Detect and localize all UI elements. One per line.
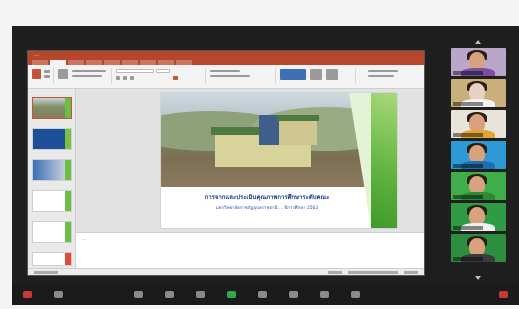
participant-tile[interactable] xyxy=(451,79,506,107)
slide-counter xyxy=(34,271,58,274)
copy-icon[interactable] xyxy=(44,75,50,78)
notes-placeholder: … xyxy=(82,236,86,241)
bold-icon[interactable] xyxy=(116,76,120,80)
font-color-icon[interactable] xyxy=(173,76,178,80)
ribbon-toolbar xyxy=(28,65,424,89)
reactions-icon[interactable] xyxy=(289,290,298,298)
minimize-icon[interactable] xyxy=(394,51,404,59)
slide-thumbnail-5[interactable] xyxy=(32,221,72,243)
cut-icon[interactable] xyxy=(44,70,50,73)
participant-name xyxy=(453,226,483,230)
window-titlebar: … xyxy=(28,51,424,59)
font-size-select[interactable] xyxy=(156,69,170,73)
quick-styles-icon[interactable] xyxy=(326,69,338,80)
participant-name xyxy=(453,71,483,75)
slide-thumbnail-accent xyxy=(65,129,71,149)
participant-tile[interactable] xyxy=(451,234,506,262)
participants-icon[interactable] xyxy=(165,290,174,298)
new-slide-icon[interactable] xyxy=(58,69,68,79)
layout-menu[interactable] xyxy=(72,70,106,72)
zoom-level xyxy=(404,271,418,274)
meeting-toolbar xyxy=(12,283,519,305)
slide-thumbnail-accent xyxy=(65,253,71,265)
close-icon[interactable] xyxy=(414,51,424,59)
participant-tile[interactable] xyxy=(451,48,506,76)
slide-thumbnail-accent xyxy=(65,222,71,242)
slide-thumbnails-panel[interactable] xyxy=(28,89,76,270)
participant-name xyxy=(453,133,483,137)
security-icon[interactable] xyxy=(134,290,143,298)
slide-thumbnail-1[interactable] xyxy=(32,97,72,119)
slide-title[interactable]: การจากและประเมินคุณภาพการศึกษาระดับคณะ xyxy=(167,192,367,202)
apps-icon[interactable] xyxy=(320,290,329,298)
chat-icon[interactable] xyxy=(196,290,205,298)
align-icon[interactable] xyxy=(210,75,250,77)
participant-name xyxy=(453,195,483,199)
record-icon[interactable] xyxy=(258,290,267,298)
window-title: … xyxy=(34,52,39,58)
current-slide[interactable]: การจากและประเมินคุณภาพการศึกษาระดับคณะ ม… xyxy=(161,93,397,228)
mute-icon[interactable] xyxy=(23,290,32,298)
slide-accent-bar xyxy=(371,93,397,228)
speaker-notes[interactable]: … xyxy=(76,232,424,270)
status-bar xyxy=(28,268,424,275)
end-call-icon[interactable] xyxy=(499,290,508,298)
participant-gallery xyxy=(446,40,512,280)
bullets-icon[interactable] xyxy=(210,70,240,72)
more-icon[interactable] xyxy=(351,290,360,298)
participant-tile[interactable] xyxy=(451,110,506,138)
maximize-icon[interactable] xyxy=(404,51,414,59)
shapes-gallery[interactable] xyxy=(280,69,306,80)
participant-tile[interactable] xyxy=(451,141,506,169)
font-name-select[interactable] xyxy=(116,69,154,73)
slide-thumbnail-4[interactable] xyxy=(32,190,72,212)
slide-building-photo xyxy=(161,93,371,187)
powerpoint-window: … การจากและประเมินคุณภาพการศึกษาระดับคณะ… xyxy=(27,50,425,276)
video-icon[interactable] xyxy=(54,290,63,298)
slide-thumbnail-2[interactable] xyxy=(32,128,72,150)
slide-thumbnail-accent xyxy=(65,191,71,211)
slide-thumbnail-accent xyxy=(65,98,71,118)
gallery-down-icon[interactable] xyxy=(475,276,481,280)
participant-name xyxy=(453,164,483,168)
paste-icon[interactable] xyxy=(32,69,41,79)
find-icon[interactable] xyxy=(368,70,398,72)
slide-subtitle[interactable]: มหาวิทยาลัยราชภัฏอุบลราชธานี ... ปีการศึ… xyxy=(167,204,367,211)
participant-name xyxy=(453,257,483,261)
slide-thumbnail-3[interactable] xyxy=(32,159,72,181)
zoom-slider[interactable] xyxy=(348,271,398,274)
underline-icon[interactable] xyxy=(130,76,134,80)
photo-building-wing xyxy=(279,119,317,145)
italic-icon[interactable] xyxy=(123,76,127,80)
reset-menu[interactable] xyxy=(72,75,102,77)
slide-thumbnail-accent xyxy=(65,160,71,180)
share-screen-icon[interactable] xyxy=(227,290,236,298)
photo-building-tower xyxy=(259,115,279,145)
replace-icon[interactable] xyxy=(368,75,394,77)
participant-tile[interactable] xyxy=(451,172,506,200)
view-buttons[interactable] xyxy=(328,271,342,274)
participant-tile[interactable] xyxy=(451,203,506,231)
gallery-up-icon[interactable] xyxy=(475,40,481,44)
photo-building-roof xyxy=(277,115,319,121)
slide-thumbnail-6[interactable] xyxy=(32,252,72,266)
arrange-icon[interactable] xyxy=(310,69,322,80)
participant-name xyxy=(453,102,483,106)
